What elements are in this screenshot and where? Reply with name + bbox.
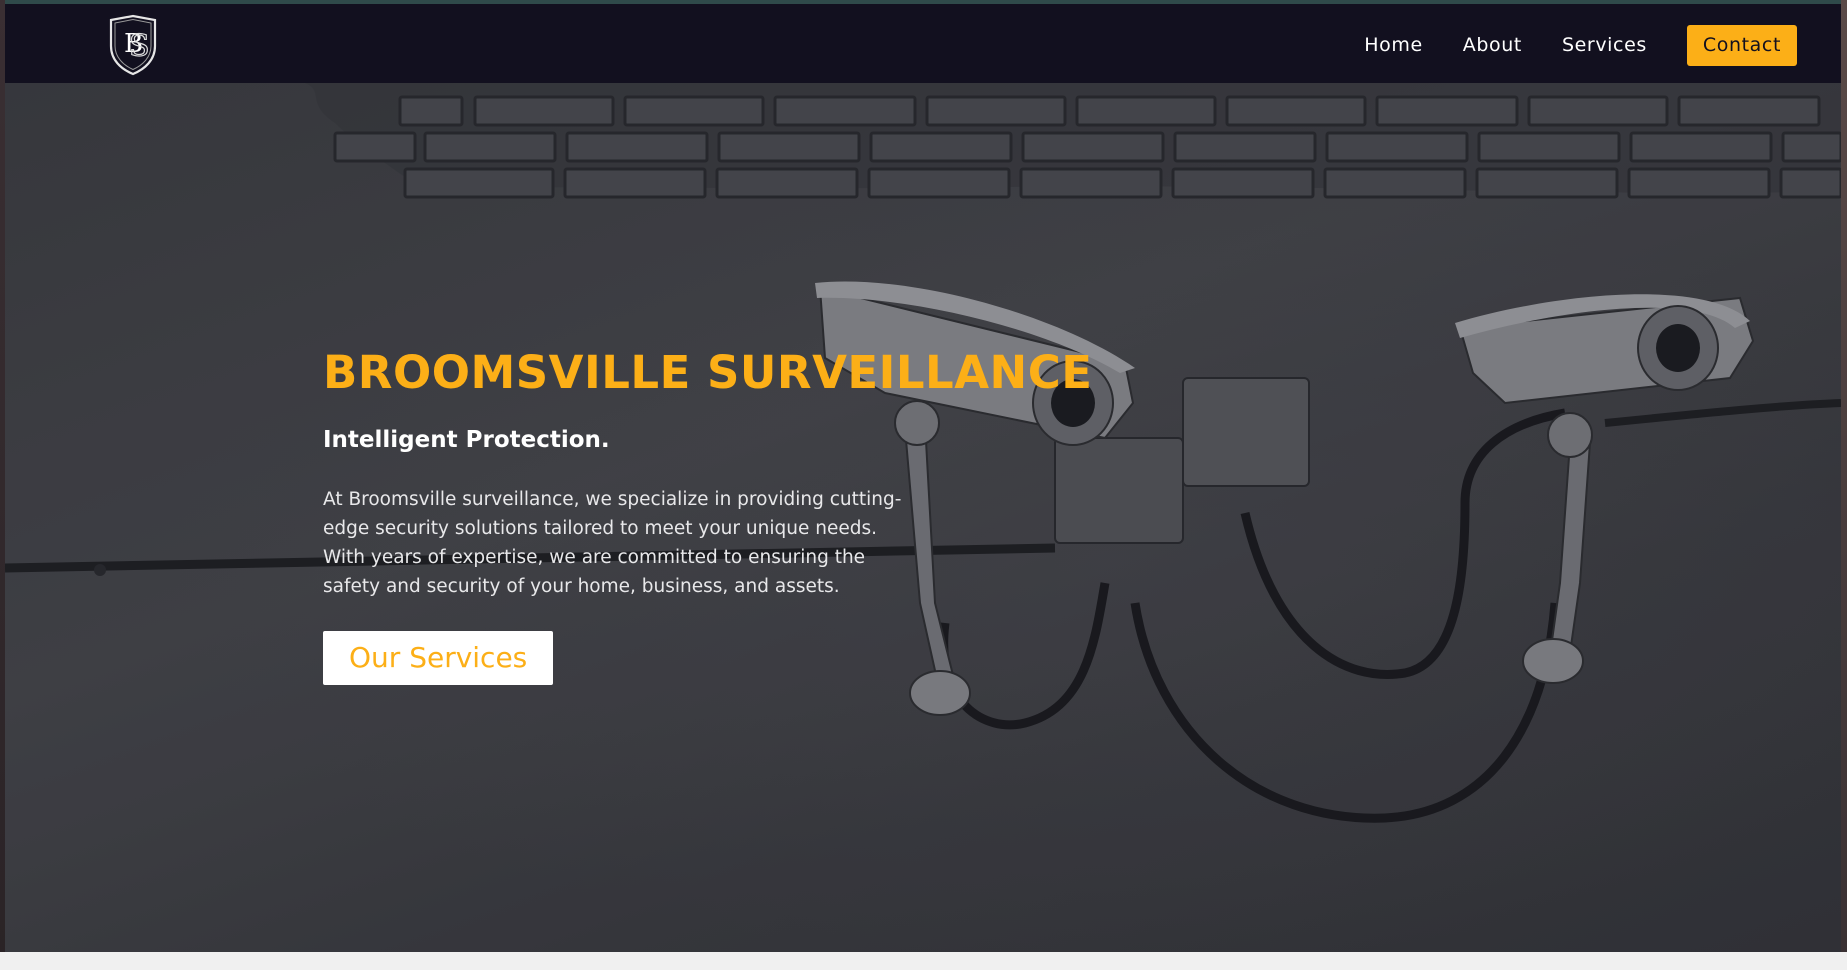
hero-content: BROOMSVILLE SURVEILLANCE Intelligent Pro… [323, 345, 1093, 685]
page-frame: B S Home About Services Contact BROOMSVI… [0, 0, 1847, 970]
contact-button[interactable]: Contact [1686, 24, 1797, 66]
window-right-edge [1841, 0, 1847, 952]
hero-description: At Broomsville surveillance, we speciali… [323, 489, 902, 597]
nav-about-link[interactable]: About [1463, 34, 1522, 56]
main-nav: Home About Services Contact [1324, 24, 1797, 66]
hero-tagline: Intelligent Protection. [323, 427, 610, 453]
hero-section: BROOMSVILLE SURVEILLANCE Intelligent Pro… [5, 83, 1841, 952]
svg-text:S: S [129, 29, 150, 64]
next-section-edge [0, 952, 1847, 970]
our-services-button[interactable]: Our Services [323, 631, 554, 685]
hero-title: BROOMSVILLE SURVEILLANCE [323, 346, 1093, 399]
nav-services-link[interactable]: Services [1562, 34, 1647, 56]
bs-shield-monogram-icon[interactable]: B S [105, 14, 161, 76]
navbar: B S Home About Services Contact [5, 4, 1841, 83]
nav-home-link[interactable]: Home [1364, 34, 1423, 56]
